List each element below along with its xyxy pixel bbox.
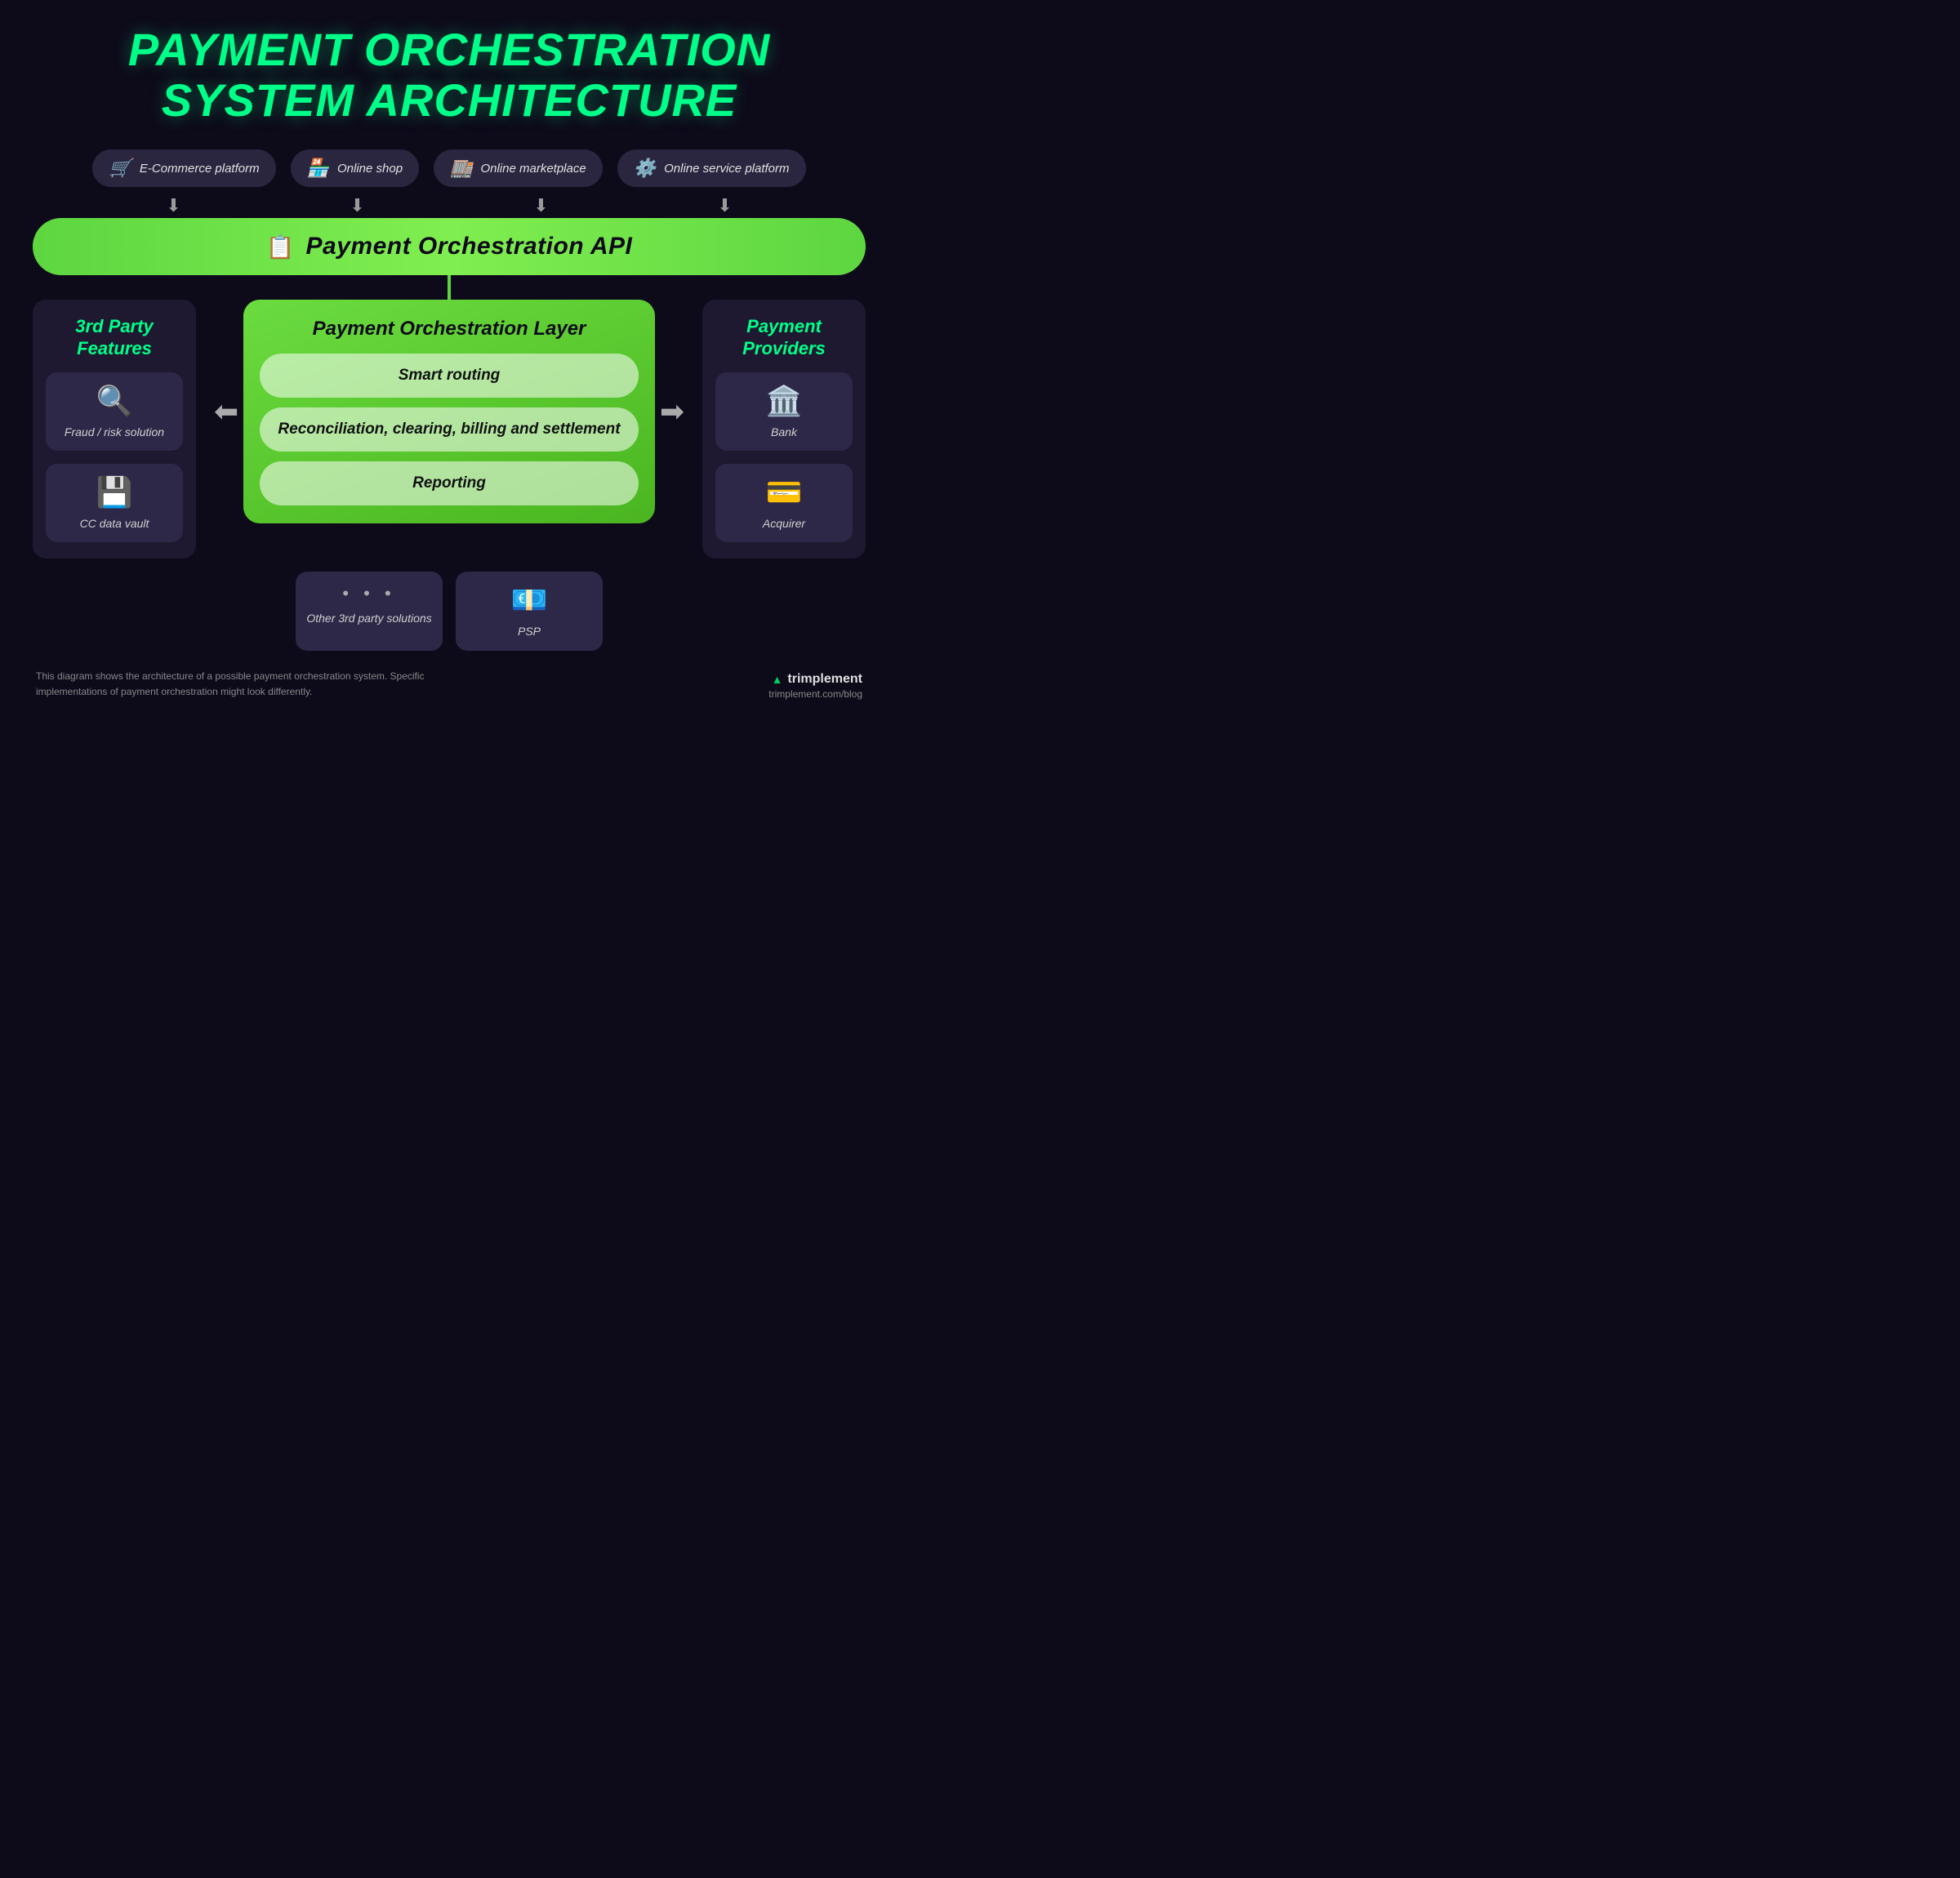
triangle-icon: ▲ [772, 673, 783, 686]
arrow-service-down: ⬇ [633, 195, 817, 216]
footer-description: This diagram shows the architecture of a… [36, 669, 444, 700]
sources-row: 🛒 E-Commerce platform 🏪 Online shop 🏬 On… [33, 149, 866, 187]
bank-label: Bank [771, 425, 797, 439]
source-ecommerce: 🛒 E-Commerce platform [92, 149, 275, 187]
arrow-right-icon: ➡ [660, 394, 684, 429]
pills-container: Smart routing Reconciliation, clearing, … [260, 354, 639, 505]
cc-vault-box: 💾 CC data vault [46, 464, 183, 542]
reconciliation-pill: Reconciliation, clearing, billing and se… [260, 407, 639, 452]
psp-icon: 💶 [511, 583, 548, 617]
source-arrows: ⬇ ⬇ ⬇ ⬇ [33, 195, 866, 216]
psp-label: PSP [518, 624, 541, 639]
footer-brand: ▲ trimplement trimplement.com/blog [768, 672, 862, 700]
api-connector [448, 275, 451, 300]
bottom-row: • • • Other 3rd party solutions 💶 PSP [33, 572, 866, 650]
footer-url: trimplement.com/blog [768, 688, 862, 700]
vault-label: CC data vault [80, 516, 149, 531]
source-online-shop: 🏪 Online shop [291, 149, 419, 187]
arrow-marketplace-down: ⬇ [449, 195, 633, 216]
reporting-pill: Reporting [260, 461, 639, 505]
left-panel-title: 3rd Party Features [46, 316, 183, 359]
source-service: ⚙️ Online service platform [617, 149, 806, 187]
other-icon: • • • [342, 583, 395, 604]
market-icon: 🏬 [450, 158, 472, 179]
arrow-left-icon: ⬅ [214, 394, 238, 429]
page-title: PAYMENT ORCHESTRATION SYSTEM ARCHITECTUR… [128, 24, 770, 125]
center-section-with-arrows: ⬅ Payment Orchestration Layer Smart rout… [209, 300, 689, 523]
right-panel-title: Payment Providers [715, 316, 853, 359]
fraud-risk-box: 🔍 Fraud / risk solution [46, 372, 183, 451]
left-panel-3rd-party: 3rd Party Features 🔍 Fraud / risk soluti… [33, 300, 196, 559]
acquirer-label: Acquirer [763, 516, 805, 531]
bank-icon: 🏛️ [766, 384, 803, 418]
smart-routing-pill: Smart routing [260, 354, 639, 398]
footer: This diagram shows the architecture of a… [33, 669, 866, 700]
center-panel-title: Payment Orchestration Layer [260, 318, 639, 340]
center-orchestration-panel: Payment Orchestration Layer Smart routin… [243, 300, 655, 523]
arrow-ecommerce-down: ⬇ [82, 195, 265, 216]
brand-name: ▲ trimplement [772, 672, 862, 687]
cart-icon: 🛒 [109, 158, 131, 179]
arrow-shop-down: ⬇ [265, 195, 449, 216]
bank-box: 🏛️ Bank [715, 372, 853, 451]
acquirer-icon: 💳 [766, 475, 803, 510]
service-icon: ⚙️ [634, 158, 656, 179]
main-area: 3rd Party Features 🔍 Fraud / risk soluti… [33, 300, 866, 559]
acquirer-box: 💳 Acquirer [715, 464, 853, 542]
fraud-icon: 🔍 [96, 384, 133, 418]
api-icon: 📋 [266, 234, 295, 260]
other-label: Other 3rd party solutions [306, 611, 431, 625]
right-panel-providers: Payment Providers 🏛️ Bank 💳 Acquirer [702, 300, 866, 559]
store-icon: 🏪 [307, 158, 329, 179]
other-solutions-box: • • • Other 3rd party solutions [296, 572, 443, 650]
psp-box: 💶 PSP [456, 572, 603, 650]
vault-icon: 💾 [96, 475, 133, 510]
source-marketplace: 🏬 Online marketplace [434, 149, 603, 187]
fraud-label: Fraud / risk solution [65, 425, 164, 439]
api-bar: 📋 Payment Orchestration API [33, 218, 866, 275]
